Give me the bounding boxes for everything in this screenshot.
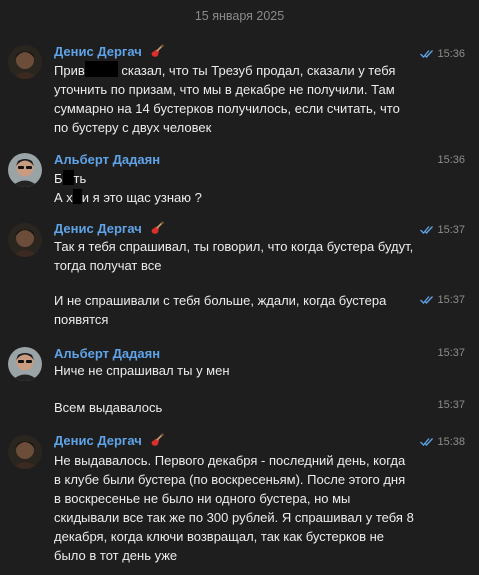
avatar-albert[interactable] <box>8 347 42 381</box>
message-time: 15:37 <box>420 294 465 306</box>
double-check-icon <box>420 226 434 234</box>
message-text: Бть А хи я это щас узнаю ? <box>54 169 414 207</box>
message-text: Ниче не спрашивал ты у мен <box>54 363 230 378</box>
message-text: Так я тебя спрашивал, ты говорил, что ко… <box>54 239 414 273</box>
message-text: Всем выдавалось <box>54 400 163 415</box>
guitar-emoji-icon <box>152 221 165 234</box>
message-time: 15:38 <box>420 436 465 448</box>
message-line: А хи я это щас узнаю ? <box>54 189 202 205</box>
redaction-bar <box>84 61 118 77</box>
sender-name[interactable]: Денис Дергач <box>54 44 165 59</box>
sender-name[interactable]: Альберт Дадаян <box>54 346 160 361</box>
avatar-albert[interactable] <box>8 153 42 187</box>
message-time: 15:37 <box>437 399 465 411</box>
message-text: Прив сказал, что ты Трезуб продал, сказа… <box>54 61 404 135</box>
redaction-bar <box>72 189 82 204</box>
message-line: Бть <box>54 170 87 186</box>
message-time: 15:37 <box>420 224 465 236</box>
message-text: И не спрашивали с тебя больше, ждали, ко… <box>54 293 387 327</box>
guitar-emoji-icon <box>152 44 165 57</box>
redaction-bar <box>62 170 74 185</box>
message-text: Не выдавалось. Первого декабря - последн… <box>54 453 414 563</box>
avatar-denis[interactable] <box>8 435 42 469</box>
sender-name[interactable]: Альберт Дадаян <box>54 152 160 167</box>
avatar-denis[interactable] <box>8 223 42 257</box>
message-time: 15:36 <box>420 48 465 60</box>
message-time: 15:36 <box>437 154 465 166</box>
avatar-denis[interactable] <box>8 45 42 79</box>
message-time: 15:37 <box>437 347 465 359</box>
date-separator: 15 января 2025 <box>194 9 285 23</box>
sender-name[interactable]: Денис Дергач <box>54 221 165 236</box>
double-check-icon <box>420 50 434 58</box>
sender-name[interactable]: Денис Дергач <box>54 433 165 448</box>
double-check-icon <box>420 296 434 304</box>
double-check-icon <box>420 438 434 446</box>
guitar-emoji-icon <box>152 433 165 446</box>
